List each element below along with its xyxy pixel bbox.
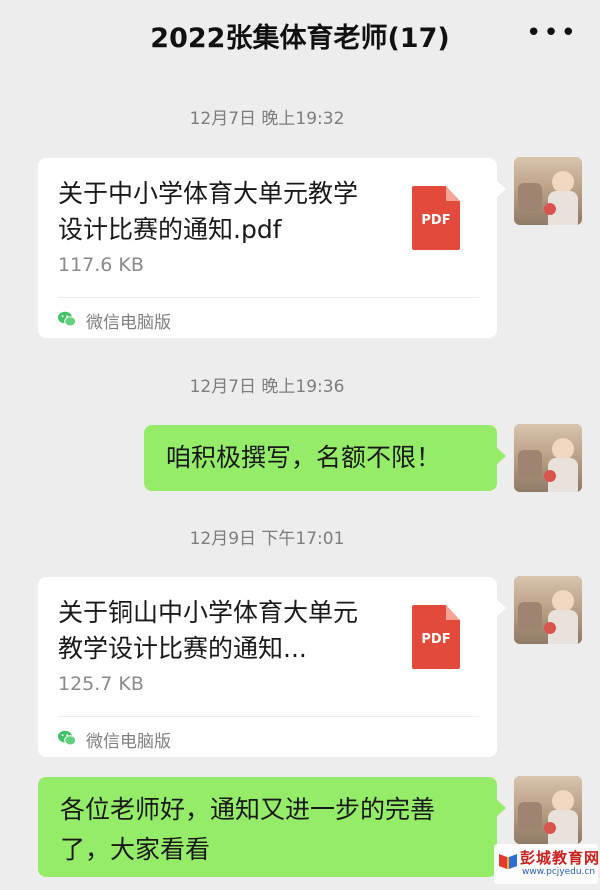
avatar[interactable]: [514, 576, 582, 644]
source-label: 微信电脑版: [86, 313, 171, 333]
card-divider: [58, 716, 479, 717]
sent-text-bubble[interactable]: 各位老师好，通知又进一步的完善了，大家看看: [38, 777, 506, 877]
chat-header: 2022张集体育老师(17) •••: [0, 0, 600, 76]
watermark-url: www.pcjyedu.cn: [522, 867, 596, 877]
avatar[interactable]: [514, 157, 582, 225]
avatar[interactable]: [514, 776, 582, 844]
sent-text-bubble[interactable]: 咱积极撰写，名额不限！: [144, 425, 506, 491]
more-dots-icon[interactable]: •••: [526, 18, 578, 48]
file-size: 117.6 KB: [58, 254, 144, 276]
file-message-card[interactable]: 关于中小学体育大单元教学设计比赛的通知.pdf 117.6 KB PDF 微信电…: [38, 158, 506, 338]
message-text: 咱积极撰写，名额不限！: [166, 443, 442, 472]
file-size: 125.7 KB: [58, 673, 144, 695]
chat-title: 2022张集体育老师(17): [150, 23, 450, 54]
site-watermark-logo: 彭城教育网 www.pcjyedu.cn: [494, 844, 600, 884]
timestamp: 12月9日 下午17:01: [189, 529, 345, 549]
wechat-icon: [58, 730, 76, 746]
file-name: 关于铜山中小学体育大单元教学设计比赛的通知...: [58, 598, 359, 663]
file-message-card[interactable]: 关于铜山中小学体育大单元教学设计比赛的通知... 125.7 KB PDF 微信…: [38, 577, 506, 757]
card-divider: [58, 297, 479, 298]
avatar[interactable]: [514, 424, 582, 492]
wechat-icon: [58, 311, 76, 327]
timestamp: 12月7日 晚上19:36: [189, 377, 345, 397]
source-label: 微信电脑版: [86, 732, 171, 752]
pdf-badge-label: PDF: [421, 213, 451, 228]
timestamp: 12月7日 晚上19:32: [189, 109, 345, 129]
pdf-badge-label: PDF: [421, 632, 451, 647]
file-name: 关于中小学体育大单元教学设计比赛的通知.pdf: [58, 179, 359, 244]
book-logo-icon: [499, 854, 517, 869]
message-text: 各位老师好，通知又进一步的完善了，大家看看: [60, 795, 436, 864]
watermark-name: 彭城教育网: [520, 849, 600, 867]
